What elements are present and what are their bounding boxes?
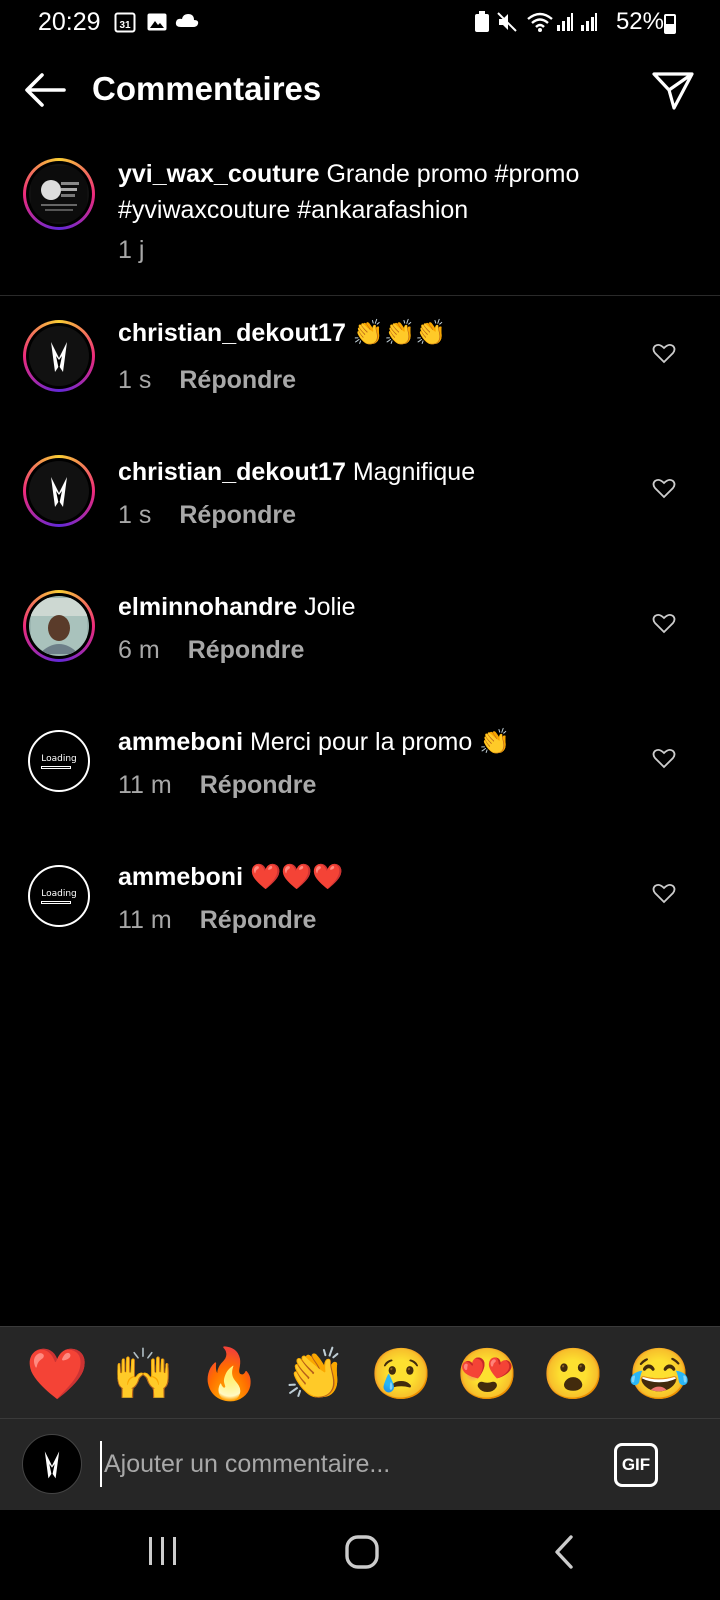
comment-body: Jolie (304, 593, 356, 621)
loading-label: Loading (41, 888, 77, 899)
caption-avatar[interactable] (23, 158, 95, 230)
brand-logo-image (29, 164, 89, 224)
back-nav-icon[interactable] (552, 1534, 576, 1570)
tuxedo-icon (44, 1451, 60, 1479)
tuxedo-icon (51, 342, 67, 372)
comment-text: ammeboni Merci pour la promo 👏 (118, 724, 510, 760)
status-time: 20:29 (38, 8, 101, 36)
comment-time: 1 s (118, 366, 152, 394)
comment-meta: 1 s Répondre (118, 366, 296, 395)
mute-icon (497, 12, 517, 32)
comment-username[interactable]: ammeboni (118, 863, 243, 891)
caption-time: 1 j (118, 236, 145, 264)
comment-avatar[interactable] (23, 320, 95, 392)
header: Commentaires (0, 52, 720, 128)
signal-icon-1 (557, 13, 573, 31)
comment-time: 11 m (118, 771, 172, 799)
loading-label: Loading (41, 753, 77, 764)
battery-percent: 52% (615, 8, 664, 35)
comment-meta: 1 s Répondre (118, 501, 296, 530)
battery-fill (666, 23, 674, 32)
comment-avatar[interactable] (23, 455, 95, 527)
page-title: Commentaires (92, 70, 322, 107)
comment-body: Magnifique (352, 458, 476, 486)
comment-avatar[interactable]: Loading (28, 865, 90, 927)
home-icon[interactable] (344, 1534, 380, 1570)
emoji-clap-button[interactable]: 👏 (284, 1345, 346, 1403)
back-arrow-icon[interactable] (22, 70, 68, 110)
tuxedo-avatar-image (29, 461, 89, 521)
like-heart-icon[interactable] (652, 342, 676, 364)
emoji-reaction-bar: ❤️ 🙌 🔥 👏 😢 😍 😮 😂 (0, 1326, 720, 1418)
current-user-avatar (22, 1434, 82, 1494)
comment-meta: 11 m Répondre (118, 906, 316, 935)
comment-text: christian_dekout17 👏👏👏 (118, 315, 446, 351)
loading-bar (41, 765, 72, 769)
status-bar: 20:29 31 52% (0, 0, 720, 48)
comment-avatar[interactable]: Loading (28, 730, 90, 792)
user-photo-avatar (29, 596, 89, 656)
comment-username[interactable]: christian_dekout17 (118, 458, 346, 486)
comment-time: 6 m (118, 636, 160, 664)
comment-text: ammeboni ❤️❤️❤️ (118, 859, 343, 895)
comment-meta: 11 m Répondre (118, 771, 316, 800)
tuxedo-icon (51, 477, 67, 507)
send-icon[interactable] (650, 68, 696, 112)
person-photo (31, 598, 87, 654)
comment-body: 👏👏👏 (352, 319, 447, 347)
tuxedo-avatar-image (29, 326, 89, 386)
comment-body: Merci pour la promo 👏 (249, 728, 511, 756)
battery-saver-icon (475, 11, 489, 32)
caption-text: yvi_wax_couture Grande promo #promo #yvi… (118, 156, 638, 228)
comment-meta: 6 m Répondre (118, 636, 304, 665)
emoji-fire-button[interactable]: 🔥 (198, 1345, 260, 1403)
recent-apps-icon[interactable] (146, 1534, 180, 1568)
post-caption: yvi_wax_couture Grande promo #promo #yvi… (0, 150, 720, 296)
comment-username[interactable]: ammeboni (118, 728, 243, 756)
calendar-icon: 31 (114, 12, 136, 33)
caption-username[interactable]: yvi_wax_couture (118, 160, 320, 188)
reply-button[interactable]: Répondre (179, 366, 296, 394)
emoji-heart-button[interactable]: ❤️ (26, 1345, 88, 1403)
logo-graphic (31, 166, 87, 222)
comment-username[interactable]: elminnohandre (118, 593, 297, 621)
emoji-raised-hands-button[interactable]: 🙌 (112, 1345, 174, 1403)
emoji-surprised-button[interactable]: 😮 (542, 1345, 604, 1403)
loading-avatar-graphic: Loading (41, 889, 77, 904)
comment-input[interactable] (100, 1441, 580, 1487)
comment-time: 1 s (118, 501, 152, 529)
signal-icon-2 (581, 13, 597, 31)
emoji-heart-eyes-button[interactable]: 😍 (456, 1345, 518, 1403)
loading-bar (41, 900, 72, 904)
emoji-crying-button[interactable]: 😢 (370, 1345, 432, 1403)
comment-avatar[interactable] (23, 590, 95, 662)
system-nav-bar (0, 1510, 720, 1600)
like-heart-icon[interactable] (652, 477, 676, 499)
like-heart-icon[interactable] (652, 882, 676, 904)
like-heart-icon[interactable] (652, 747, 676, 769)
reply-button[interactable]: Répondre (188, 636, 305, 664)
comment-input-bar: GIF (0, 1418, 720, 1510)
cloud-icon (175, 14, 199, 27)
comment-time: 11 m (118, 906, 172, 934)
loading-avatar-graphic: Loading (41, 754, 77, 769)
like-heart-icon[interactable] (652, 612, 676, 634)
caption-meta: 1 j (118, 236, 144, 265)
emoji-laughing-button[interactable]: 😂 (628, 1345, 690, 1403)
gallery-icon (147, 13, 167, 31)
battery-icon (664, 14, 676, 34)
comment-text: elminnohandre Jolie (118, 589, 356, 625)
gif-button[interactable]: GIF (614, 1443, 658, 1487)
reply-button[interactable]: Répondre (200, 906, 317, 934)
reply-button[interactable]: Répondre (200, 771, 317, 799)
comment-username[interactable]: christian_dekout17 (118, 319, 346, 347)
comment-body: ❤️❤️❤️ (249, 863, 344, 891)
calendar-badge: 31 (119, 20, 131, 31)
comment-text: christian_dekout17 Magnifique (118, 454, 475, 490)
reply-button[interactable]: Répondre (179, 501, 296, 529)
wifi-icon (527, 12, 553, 32)
